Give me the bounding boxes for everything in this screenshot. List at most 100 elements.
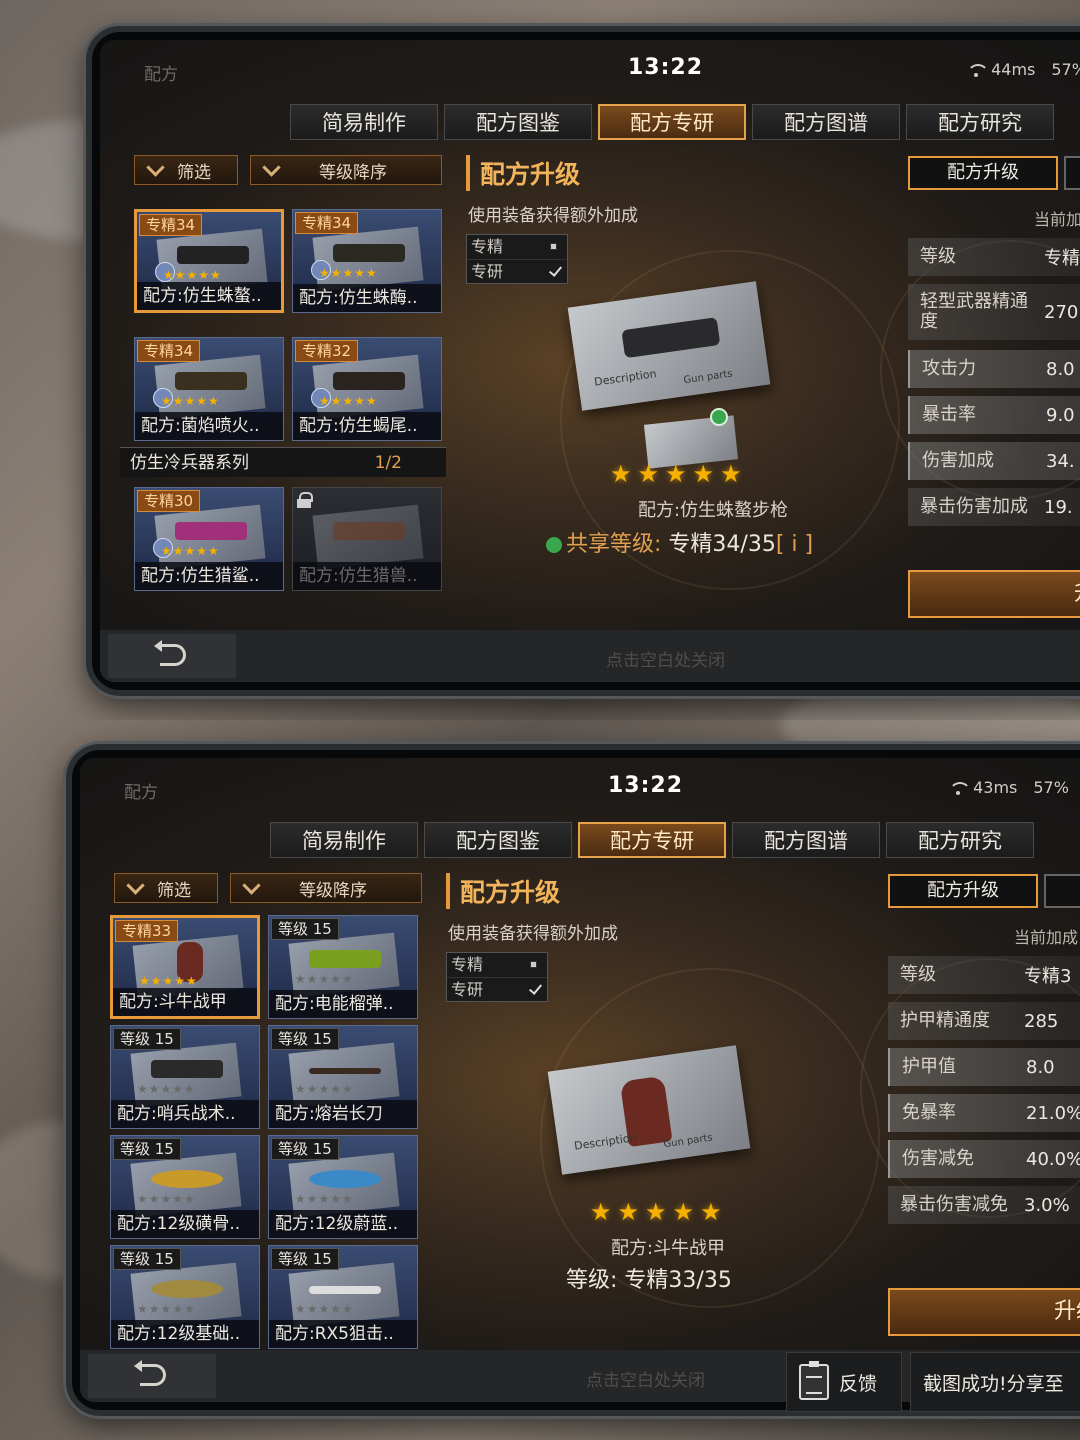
tab-recipe-codex[interactable]: 配方图鉴 <box>424 822 572 858</box>
card-stars: ★★★★★ <box>319 266 378 280</box>
card-level: 专精34 <box>295 212 359 234</box>
toggle-mastery[interactable]: 专精 <box>467 235 567 259</box>
tab-recipe-atlas[interactable]: 配方图谱 <box>732 822 880 858</box>
screenshot-1: 配方 13:22 44ms 57% 简易制作 配方图鉴 配方专研 配方图谱 配方… <box>0 0 1080 720</box>
tab-recipe-research[interactable]: 配方研究 <box>906 104 1054 140</box>
card-level: 专精33 <box>115 920 179 942</box>
recipe-card[interactable]: ★★★★★ 等级 15 配方:熔岩长刀 <box>268 1025 418 1129</box>
card-name: 配方:哨兵战术.. <box>111 1100 259 1128</box>
info-icon[interactable]: [ i ] <box>776 532 813 557</box>
feedback-button[interactable]: 反馈 <box>786 1352 902 1412</box>
stat-label: 暴击伤害减免 <box>900 1194 1008 1215</box>
feedback-label: 反馈 <box>839 1372 878 1395</box>
recipe-card[interactable]: ★★★★★ 专精32 配方:仿生蝎尾.. <box>292 337 442 441</box>
recipe-card-locked[interactable]: 配方:仿生猎兽.. <box>292 487 442 591</box>
recipe-card[interactable]: ★★★★★ 等级 15 配方:12级基础.. <box>110 1245 260 1349</box>
filter-button[interactable]: 筛选 <box>134 155 238 185</box>
toggle-research[interactable]: 专研 <box>447 977 547 1001</box>
card-level: 等级 15 <box>271 918 339 940</box>
battery: 57% <box>1051 60 1080 79</box>
chevron-down-icon <box>145 163 167 177</box>
share-button[interactable]: 截图成功!分享至 <box>910 1352 1080 1412</box>
stat-label: 攻击力 <box>922 358 976 379</box>
share-icon <box>710 408 728 426</box>
sort-button[interactable]: 等级降序 <box>230 873 422 903</box>
weapon-thumb <box>333 522 405 540</box>
stat-value: 8.0 <box>1046 358 1075 380</box>
stat-label: 护甲值 <box>902 1056 956 1077</box>
stat-value: 270 <box>1044 301 1079 323</box>
recipe-card[interactable]: ★★★★★ 专精34 配方:仿生蛛酶.. <box>292 209 442 313</box>
blueprint-desc: Description <box>593 367 658 389</box>
chevron-down-icon <box>125 881 147 895</box>
series-name: 仿生冷兵器系列 <box>130 453 249 473</box>
stat-value: 21.0% <box>1026 1102 1080 1124</box>
upgrade-button[interactable]: 升级 <box>888 1288 1080 1336</box>
stat-row: 暴击率 9.0 <box>908 396 1080 434</box>
tab-recipe-mastery[interactable]: 配方专研 <box>578 822 726 858</box>
toggle-label: 专研 <box>451 980 484 999</box>
back-button[interactable] <box>108 634 236 678</box>
series-header[interactable]: 仿生冷兵器系列 1/2 <box>120 447 446 477</box>
recipe-card[interactable]: ★★★★★ 等级 15 配方:RX5狙击.. <box>268 1245 418 1349</box>
card-stars: ★★★★★ <box>295 1302 354 1316</box>
tab-recipe-mastery[interactable]: 配方专研 <box>598 104 746 140</box>
tab-recipe-research[interactable]: 配方研究 <box>886 822 1034 858</box>
recipe-card[interactable]: ★★★★★ 等级 15 配方:哨兵战术.. <box>110 1025 260 1129</box>
filter-label: 筛选 <box>177 162 211 183</box>
bottom-bar: 点击空白处关闭 <box>100 630 1080 682</box>
main-tabs: 简易制作 配方图鉴 配方专研 配方图谱 配方研究 <box>290 104 1054 140</box>
screenshot-2: 配方 13:22 43ms 57% 简易制作 配方图鉴 配方专研 配方图谱 配方… <box>0 720 1080 1440</box>
dot-icon <box>550 243 557 250</box>
weapon-thumb <box>309 1286 381 1294</box>
tab-recipe-upgrade[interactable]: 配方升级 <box>888 874 1038 908</box>
card-name: 配方:12级基础.. <box>111 1320 259 1348</box>
section-subtitle: 使用装备获得额外加成 <box>448 924 618 944</box>
card-level: 专精34 <box>137 340 201 362</box>
share-icon <box>546 537 562 553</box>
weapon-thumb <box>333 244 405 262</box>
card-stars: ★★★★★ <box>163 268 222 282</box>
recipe-card[interactable]: ★★★★★ 专精33 配方:斗牛战甲 <box>110 915 260 1019</box>
current-bonus-label: 当前加成 <box>1014 928 1079 947</box>
section-title: 配方升级 <box>466 155 638 191</box>
stat-label: 伤害加成 <box>922 450 994 471</box>
weapon-thumb <box>309 950 381 968</box>
dot-icon <box>530 961 537 968</box>
sort-button[interactable]: 等级降序 <box>250 155 442 185</box>
toggle-mastery[interactable]: 专精 <box>447 953 547 977</box>
toggle-research[interactable]: 专研 <box>467 259 567 283</box>
recipe-detail: 配方升级 使用装备获得额外加成 专精 专研 <box>446 873 618 1002</box>
stat-value: 8.0 <box>1026 1056 1055 1078</box>
upgrade-button[interactable]: 升级 <box>908 570 1080 618</box>
tab-secondary[interactable] <box>1044 874 1080 908</box>
recipe-card[interactable]: ★★★★★ 等级 15 配方:12级磺骨.. <box>110 1135 260 1239</box>
card-stars: ★★★★★ <box>161 544 220 558</box>
card-stars: ★★★★★ <box>137 1082 196 1096</box>
recipe-card[interactable]: ★★★★★ 专精30 配方:仿生猎鲨.. <box>134 487 284 591</box>
lock-icon <box>297 492 313 508</box>
card-level: 等级 15 <box>271 1028 339 1050</box>
tab-secondary[interactable] <box>1064 156 1080 190</box>
card-stars: ★★★★★ <box>139 974 198 988</box>
tab-recipe-codex[interactable]: 配方图鉴 <box>444 104 592 140</box>
armor-thumb <box>151 1170 223 1188</box>
card-name: 配方:仿生猎鲨.. <box>135 562 283 590</box>
recipe-card[interactable]: ★★★★★ 专精34 配方:仿生蛛螯.. <box>134 209 284 313</box>
recipe-card[interactable]: ★★★★★ 等级 15 配方:12级蔚蓝.. <box>268 1135 418 1239</box>
tab-recipe-upgrade[interactable]: 配方升级 <box>908 156 1058 190</box>
stat-value: 专精 <box>1044 248 1080 269</box>
filter-button[interactable]: 筛选 <box>114 873 218 903</box>
tab-simple-craft[interactable]: 简易制作 <box>270 822 418 858</box>
recipe-card[interactable]: ★★★★★ 专精34 配方:菌焰喷火.. <box>134 337 284 441</box>
item-stars: ★★★★★ <box>590 1198 728 1226</box>
stat-value: 40.0% <box>1026 1148 1080 1170</box>
app-title: 配方 <box>144 65 178 85</box>
item-level-label: 等级: <box>566 1268 618 1293</box>
recipe-card[interactable]: ★★★★★ 等级 15 配方:电能榴弹.. <box>268 915 418 1019</box>
ping: 44ms <box>991 60 1036 79</box>
tab-simple-craft[interactable]: 简易制作 <box>290 104 438 140</box>
weapon-thumb <box>175 522 247 540</box>
tab-recipe-atlas[interactable]: 配方图谱 <box>752 104 900 140</box>
back-button[interactable] <box>88 1354 216 1398</box>
